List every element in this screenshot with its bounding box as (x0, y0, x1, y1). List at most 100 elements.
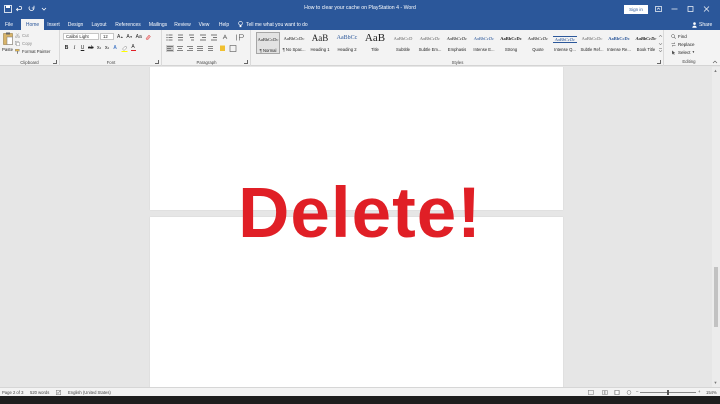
status-bar: Page 2 of 3 520 words English (United St… (0, 387, 720, 396)
text-effects-icon[interactable]: A (113, 45, 118, 52)
style-title[interactable]: AaB Title (363, 32, 387, 54)
styles-dialog-launcher[interactable] (657, 60, 661, 64)
maximize-icon[interactable] (682, 3, 698, 15)
zoom-slider-handle[interactable] (667, 390, 669, 395)
tab-review[interactable]: Review (173, 19, 192, 30)
italic-button[interactable]: I (72, 45, 77, 52)
style-sample: AaB (311, 33, 329, 43)
person-icon (692, 21, 697, 28)
zoom-in-icon[interactable]: + (698, 389, 700, 394)
focus-mode-icon[interactable] (588, 390, 594, 395)
word-count[interactable]: 520 words (30, 390, 49, 395)
style-sample: AaBbCcDc (446, 36, 468, 41)
font-name-box[interactable]: Calibri Light (63, 33, 99, 40)
editing-group-label: Editing (682, 59, 696, 64)
font-dialog-launcher[interactable] (155, 60, 159, 64)
tell-me-label: Tell me what you want to do (246, 21, 308, 28)
ribbon-display-options-icon[interactable] (650, 3, 666, 15)
share-button[interactable]: Share (692, 19, 712, 30)
style-subtle-emphasis[interactable]: AaBbCcDc Subtle Em... (418, 32, 442, 54)
style-heading-1[interactable]: AaB Heading 1 (308, 32, 332, 54)
close-icon[interactable] (698, 3, 714, 15)
share-label: Share (699, 21, 713, 28)
cut-button[interactable]: Cut (15, 32, 29, 39)
tab-help[interactable]: Help (216, 19, 232, 30)
font-size-box[interactable]: 12 (100, 33, 114, 40)
format-painter-button[interactable]: Format Painter (15, 48, 50, 55)
font-color-icon[interactable]: A (130, 44, 136, 52)
proofing-icon[interactable] (56, 390, 62, 395)
print-layout-icon[interactable] (614, 390, 620, 395)
grow-font-icon[interactable]: A ▲ (117, 34, 123, 41)
tab-home[interactable]: Home (21, 19, 44, 30)
scroll-down-icon[interactable]: ▼ (714, 380, 718, 385)
style-name: Emphasis (447, 47, 467, 52)
style-quote[interactable]: AaBbCcDc Quote (526, 32, 550, 54)
scroll-up-icon[interactable]: ▲ (714, 68, 718, 73)
styles-group-label: Styles (451, 60, 464, 65)
underline-button[interactable]: U (80, 45, 85, 52)
page-count[interactable]: Page 2 of 3 (2, 390, 23, 395)
style-intense-quote[interactable]: AaBbCcDc Intense Q... (553, 32, 577, 54)
style-name: ¶ Normal (259, 48, 277, 53)
styles-gallery-scroll[interactable] (658, 33, 663, 55)
style-intense-reference[interactable]: AaBbCcDc Intense Re... (607, 32, 631, 54)
web-layout-icon[interactable] (626, 390, 632, 395)
ribbon: Paste Cut Copy Format Painter Clipboard … (0, 30, 720, 66)
bold-button[interactable]: B (64, 45, 69, 52)
minimize-icon[interactable] (666, 3, 682, 15)
read-mode-icon[interactable] (602, 390, 608, 395)
zoom-level[interactable]: 154% (706, 390, 717, 395)
tab-references[interactable]: References (113, 19, 143, 30)
paragraph-dialog-launcher[interactable] (244, 60, 248, 64)
sign-in-button[interactable]: Sign in (624, 5, 648, 14)
style-book-title[interactable]: AaBbCcDc Book Title (634, 32, 658, 54)
style-subtitle[interactable]: AaBbCcD Subtitle (391, 32, 415, 54)
style-sample: AaBbCcDc (581, 36, 603, 41)
shrink-font-icon[interactable]: A ▼ (126, 34, 132, 41)
style-heading-2[interactable]: AaBbCc Heading 2 (335, 32, 359, 54)
tab-design[interactable]: Design (66, 19, 85, 30)
change-case-icon[interactable]: Aa (136, 34, 142, 41)
style-no-spacing[interactable]: AaBbCcDc ¶ No Spac... (282, 32, 306, 54)
paste-button[interactable]: Paste (2, 32, 13, 56)
paragraph-list-tools[interactable] (166, 34, 248, 41)
select-button[interactable]: Select ▾ (671, 48, 694, 56)
collapse-ribbon-icon[interactable] (712, 59, 718, 64)
clipboard-dialog-launcher[interactable] (53, 60, 57, 64)
tab-view[interactable]: View (196, 19, 212, 30)
clear-formatting-icon[interactable] (145, 34, 151, 41)
tell-me-search[interactable]: Tell me what you want to do (238, 19, 308, 30)
style-sample: AaBbCc (336, 35, 358, 41)
style-name: Subtle Em... (418, 47, 442, 52)
style-subtle-reference[interactable]: AaBbCcDc Subtle Ref... (580, 32, 604, 54)
tab-layout[interactable]: Layout (89, 19, 109, 30)
font-group: Calibri Light 12 A ▲ A ▼ Aa B I U ab x2 x2… (61, 30, 162, 66)
style-name: ¶ No Spac... (282, 47, 306, 52)
zoom-out-icon[interactable]: – (636, 389, 638, 394)
style-emphasis[interactable]: AaBbCcDc Emphasis (445, 32, 469, 54)
style-strong[interactable]: AaBbCcDc Strong (499, 32, 523, 54)
style-sample: AaBbCcDc (635, 36, 657, 41)
superscript-icon[interactable]: x2 (105, 45, 110, 52)
tab-file[interactable]: File (0, 19, 18, 30)
find-button[interactable]: Find (671, 32, 687, 40)
style-normal[interactable]: AaBbCcDc ¶ Normal (256, 32, 280, 54)
style-sample: AaBbCcDc (608, 36, 630, 41)
language-indicator[interactable]: English (United States) (68, 390, 111, 395)
copy-button[interactable]: Copy (15, 40, 32, 47)
chevron-down-icon: ▾ (692, 50, 695, 54)
tab-mailings[interactable]: Mailings (146, 19, 170, 30)
lightbulb-icon (238, 21, 243, 28)
strikethrough-icon[interactable]: ab (88, 45, 94, 52)
scrollbar-thumb[interactable] (714, 267, 718, 327)
highlight-color-icon[interactable] (121, 45, 128, 52)
replace-button[interactable]: Replace (671, 40, 695, 48)
style-name: Heading 2 (337, 47, 357, 52)
select-label: Select (678, 49, 691, 55)
style-intense-emphasis[interactable]: AaBbCcDc Intense E... (472, 32, 496, 54)
style-name: Heading 1 (310, 47, 330, 52)
paragraph-align-tools[interactable] (166, 45, 248, 52)
tab-insert[interactable]: Insert (45, 19, 62, 30)
subscript-icon[interactable]: x2 (97, 45, 102, 52)
